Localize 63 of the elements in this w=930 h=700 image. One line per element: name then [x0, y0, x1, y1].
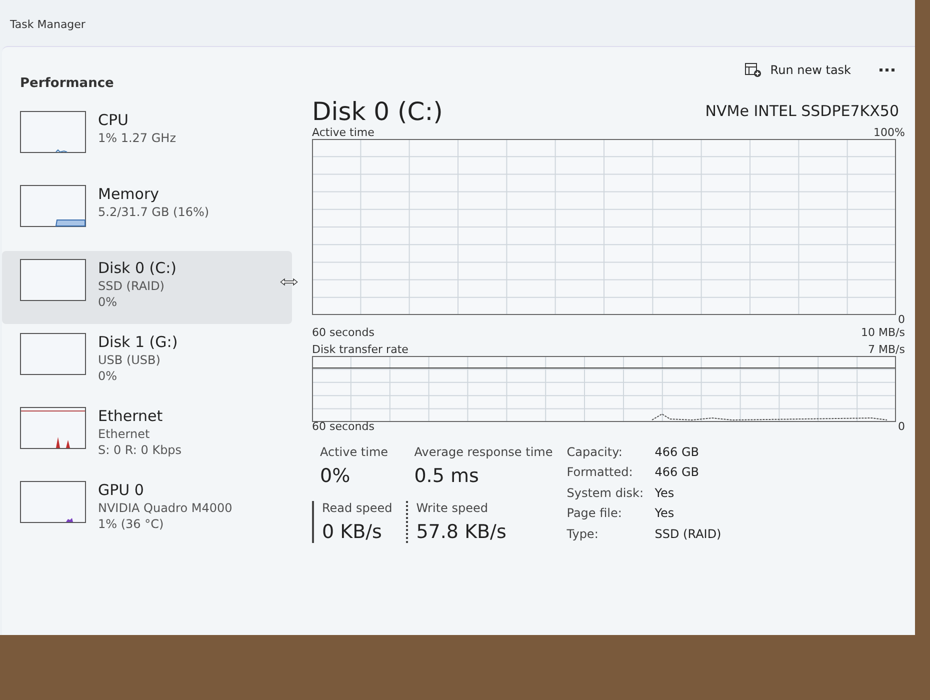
- item-name: Disk 0 (C:): [98, 259, 177, 278]
- property-label: Page file:: [566, 506, 623, 522]
- stat-label: Active time: [320, 445, 390, 459]
- stat-value: 57.8 KB/s: [416, 521, 508, 543]
- window-plus-icon: [745, 62, 762, 78]
- item-detail: S: 0 R: 0 Kbps: [98, 442, 182, 458]
- graph-duration: 60 seconds: [312, 420, 374, 433]
- stat-label: Read speed: [322, 501, 392, 515]
- item-detail: NVIDIA Quadro M4000: [98, 500, 232, 516]
- graph-duration: 60 seconds: [312, 326, 374, 339]
- property-label: Formatted:: [566, 465, 634, 482]
- disk-title: Disk 0 (C:): [312, 97, 443, 126]
- property-value: 466 GB: [654, 445, 700, 461]
- stat-value: 0%: [320, 465, 352, 487]
- usage-graph-drawing: [20, 407, 86, 449]
- property-label: System disk:: [566, 486, 645, 502]
- axis-max-label: 100%: [874, 126, 905, 139]
- item-name: Ethernet: [98, 407, 164, 426]
- graph-label: Active time: [312, 126, 374, 139]
- axis-min-label: 0: [898, 420, 905, 433]
- window-title: Task Manager: [9, 17, 86, 33]
- run-new-task-button[interactable]: Run new task: [739, 58, 857, 82]
- item-detail: 0%: [98, 294, 118, 310]
- usage-graph-drawing: [20, 111, 86, 153]
- item-name: Disk 1 (G:): [98, 333, 178, 352]
- item-detail: USB (USB): [98, 352, 162, 368]
- item-detail: 0%: [98, 368, 118, 384]
- more-options-icon[interactable]: [879, 68, 895, 72]
- axis-max-label: 10 MB/s: [861, 326, 905, 339]
- sidebar-item[interactable]: GPU 0 NVIDIA Quadro M4000 1% (36 °C): [2, 473, 292, 546]
- sidebar-item[interactable]: Disk 0 (C:) SSD (RAID) 0%: [2, 251, 292, 324]
- page-title: Performance: [20, 76, 114, 90]
- stat-value: 0.5 ms: [414, 465, 480, 487]
- stat-label: Write speed: [416, 501, 489, 515]
- usage-graph-drawing: [20, 185, 86, 227]
- item-detail: Ethernet: [98, 426, 151, 442]
- item-name: CPU: [98, 111, 130, 130]
- item-name: GPU 0: [98, 481, 145, 500]
- sidebar-item[interactable]: Memory 5.2/31.7 GB (16%): [2, 177, 292, 250]
- usage-graph-drawing: [20, 481, 86, 523]
- usage-graph-drawing: [20, 259, 86, 301]
- item-detail: 1% (36 °C): [98, 516, 165, 532]
- item-name: Memory: [98, 185, 160, 204]
- resize-arrow-icon[interactable]: [280, 277, 298, 287]
- sidebar-item[interactable]: CPU 1% 1.27 GHz: [2, 103, 292, 176]
- property-value: Yes: [654, 486, 676, 502]
- usage-graph-drawing: [20, 333, 86, 375]
- sidebar-item[interactable]: Disk 1 (G:) USB (USB) 0%: [2, 325, 292, 398]
- scale-line-label: 7 MB/s: [868, 343, 905, 356]
- stat-label: Average response time: [414, 445, 553, 459]
- item-detail: 1% 1.27 GHz: [98, 130, 176, 146]
- item-detail: SSD (RAID): [98, 278, 166, 294]
- disk-model: NVMe INTEL SSDPE7KX50: [705, 102, 899, 120]
- item-detail: 5.2/31.7 GB (16%): [98, 204, 210, 220]
- property-value: SSD (RAID): [654, 526, 722, 543]
- axis-min-label: 0: [898, 313, 905, 326]
- property-value: 466 GB: [654, 465, 700, 482]
- property-value: Yes: [654, 506, 676, 522]
- graph-label: Disk transfer rate: [312, 343, 408, 356]
- stat-value: 0 KB/s: [322, 521, 383, 543]
- property-label: Capacity:: [566, 445, 624, 461]
- sidebar-item[interactable]: Ethernet Ethernet S: 0 R: 0 Kbps: [2, 399, 292, 472]
- property-label: Type:: [566, 526, 600, 543]
